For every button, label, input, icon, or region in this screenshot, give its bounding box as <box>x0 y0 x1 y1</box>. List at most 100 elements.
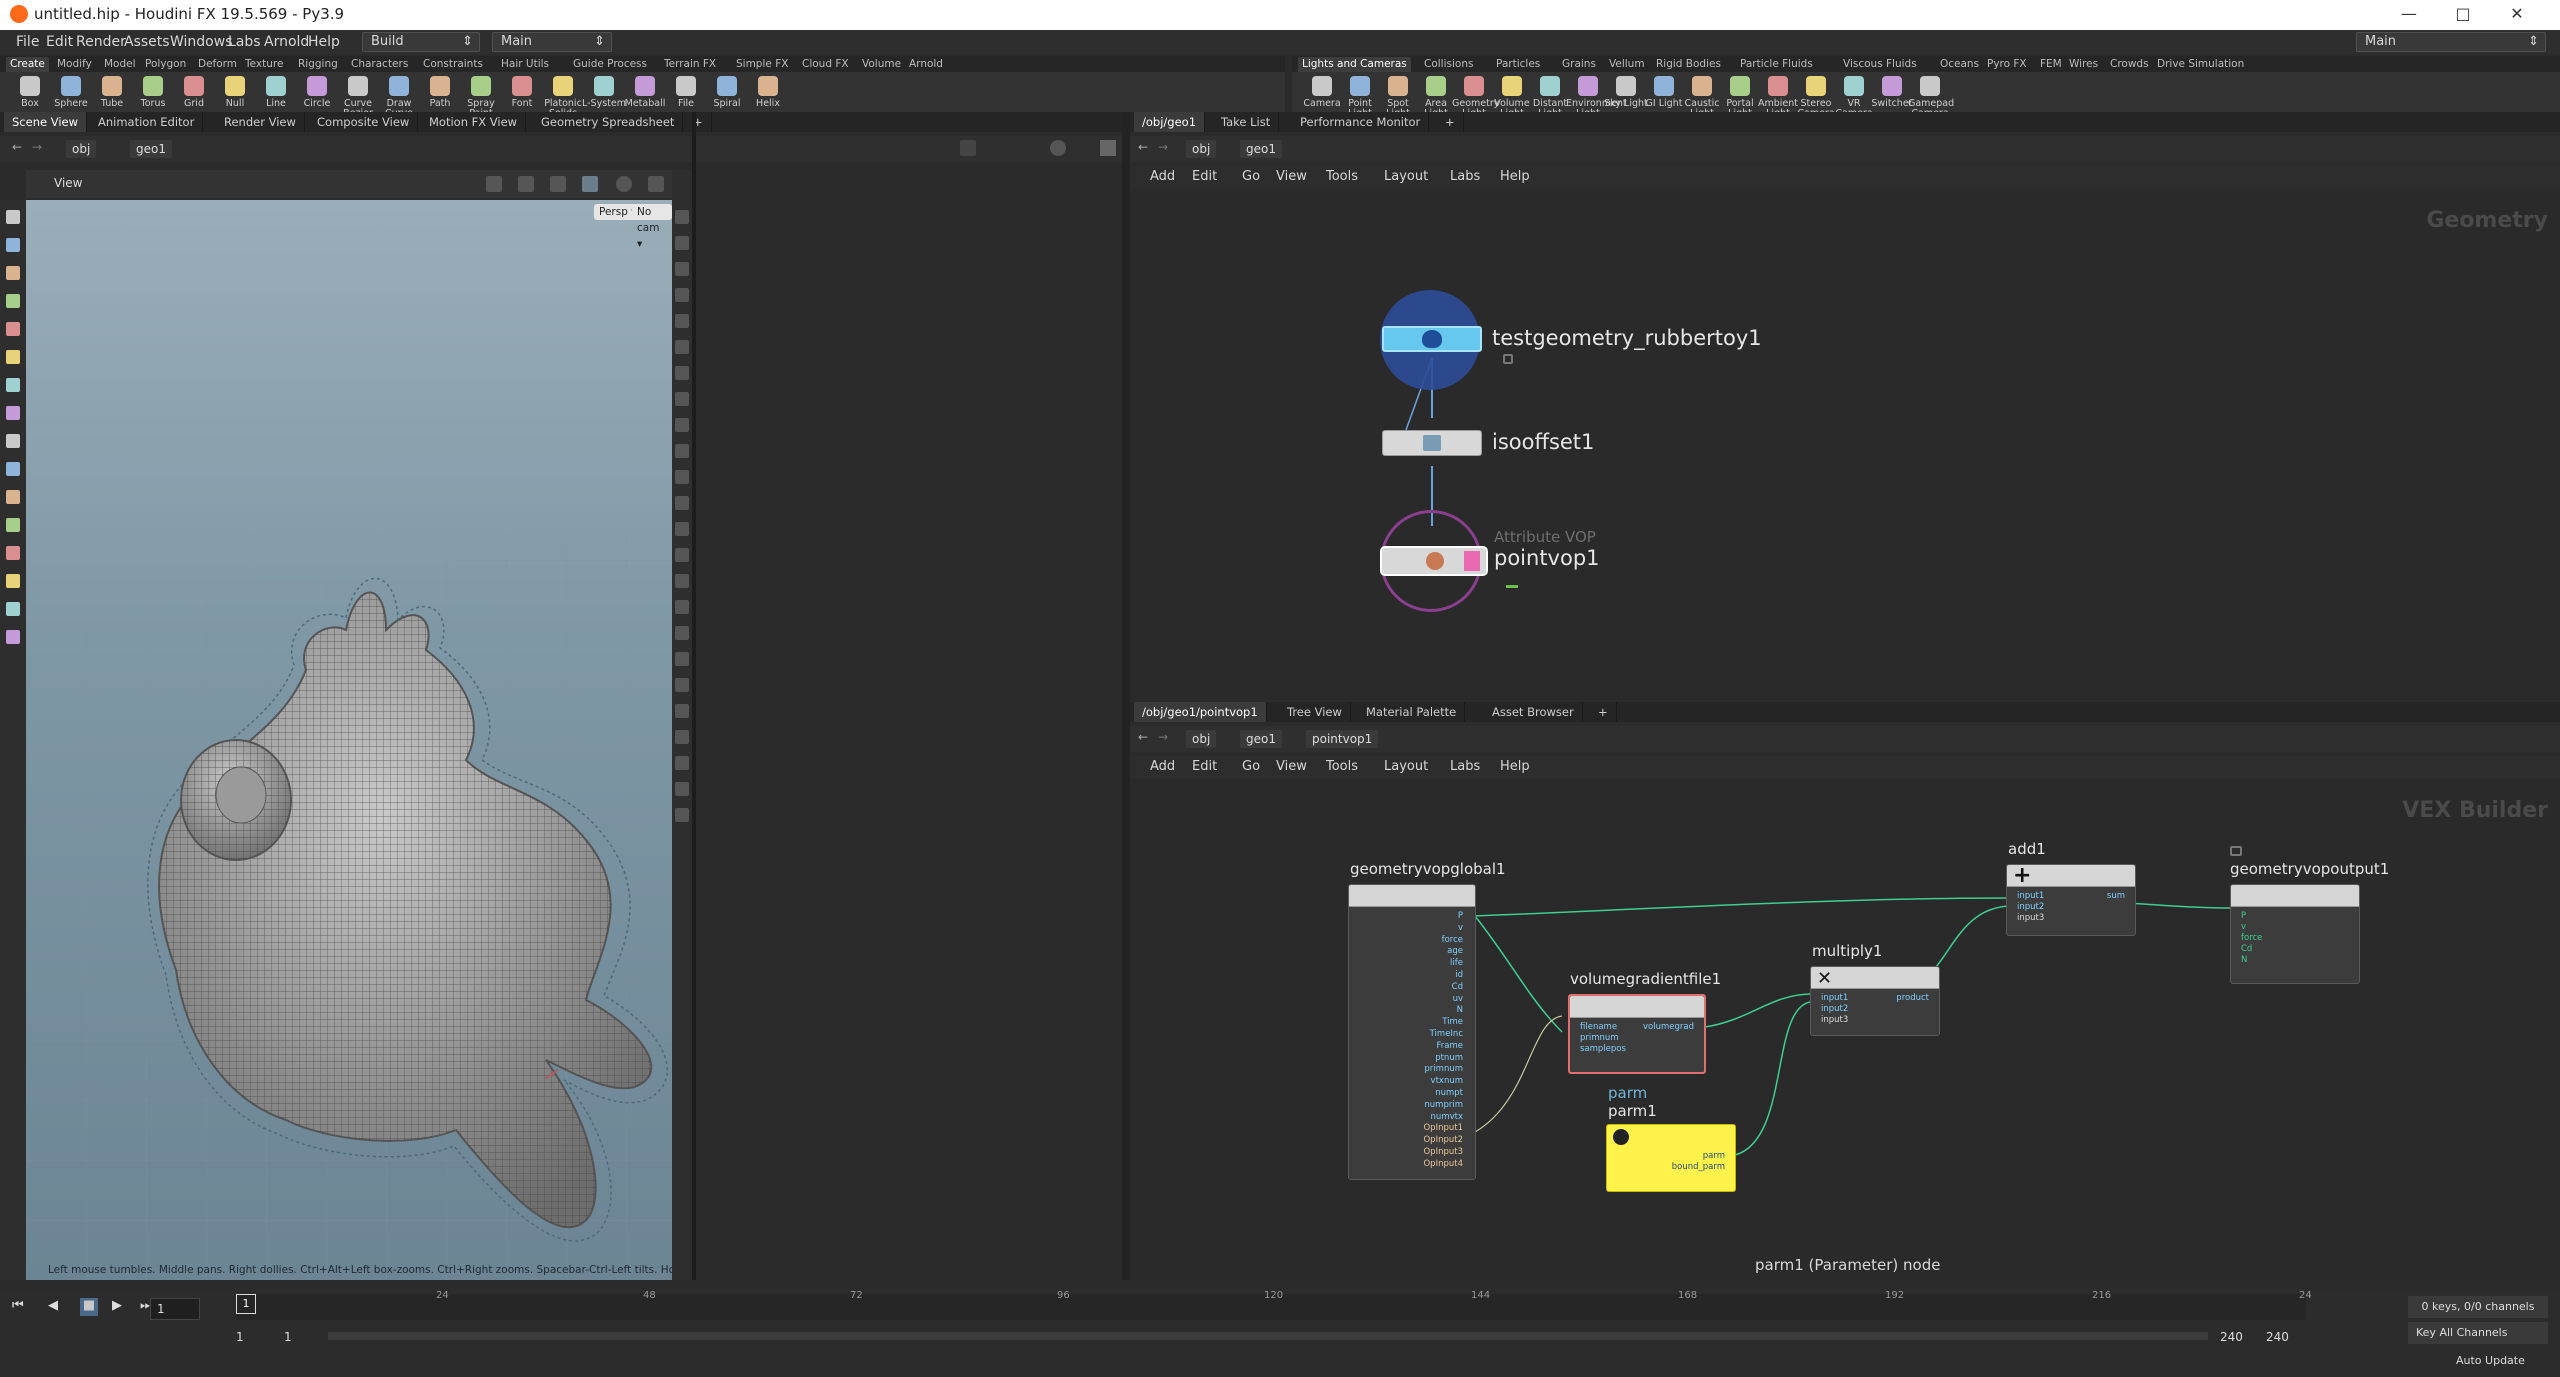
tool-icon-11[interactable] <box>6 490 20 504</box>
forward-arrow-icon[interactable]: → <box>1158 140 1168 154</box>
pane-splitter[interactable] <box>692 112 696 1280</box>
tool-icon-15[interactable] <box>6 602 20 616</box>
shelf-tool-circle[interactable]: Circle <box>295 74 339 109</box>
tool-icon-13[interactable] <box>6 546 20 560</box>
tool-icon-10[interactable] <box>6 462 20 476</box>
bypass-flag[interactable] <box>1464 551 1480 571</box>
shelf-tool-file[interactable]: File <box>664 74 708 109</box>
shelf-tool-l-system[interactable]: L-System <box>582 74 626 109</box>
shelf-tab-create[interactable]: Create <box>6 57 49 72</box>
view-options-icon[interactable] <box>1100 140 1116 156</box>
tool-icon-2[interactable] <box>6 238 20 252</box>
shelf-tool-grid[interactable]: Grid <box>172 74 216 109</box>
isooffset-node[interactable] <box>1382 430 1482 456</box>
stop-icon[interactable]: ■ <box>80 1298 98 1316</box>
add-tab-button[interactable]: + <box>1437 112 1464 132</box>
tool-icon-7[interactable] <box>6 378 20 392</box>
shelf-tab-pyro-fx[interactable]: Pyro FX <box>1983 57 2031 72</box>
shelf-tab-particles[interactable]: Particles <box>1492 57 1544 72</box>
port-filename[interactable]: filename <box>1580 1022 1617 1032</box>
net-menu-help[interactable]: Help <box>1500 759 1530 774</box>
port-input2[interactable]: input2 <box>1821 1004 1848 1014</box>
display-icon-7[interactable] <box>675 366 689 380</box>
display-icon-24[interactable] <box>675 808 689 822</box>
camera-dropdown[interactable]: No cam ▾ <box>632 204 672 250</box>
tool-icon-3[interactable] <box>6 266 20 280</box>
pane-tab-scene-view[interactable]: Scene View <box>4 112 88 132</box>
port-global-age[interactable]: age <box>1447 946 1463 956</box>
shelf-tab-texture[interactable]: Texture <box>241 57 287 72</box>
testgeometry-rubbertoy-node[interactable] <box>1382 326 1482 352</box>
pane-tab-motion-fx-view[interactable]: Motion FX View <box>421 112 527 132</box>
pane-tab-take-list[interactable]: Take List <box>1213 112 1280 132</box>
display-icon-22[interactable] <box>675 756 689 770</box>
parm-node[interactable]: parm bound_parm <box>1606 1124 1736 1192</box>
display-icon-19[interactable] <box>675 678 689 692</box>
port-out-Cd[interactable]: Cd <box>2241 944 2252 954</box>
path-geo1[interactable]: geo1 <box>1240 140 1282 158</box>
pane-tab-composite-view[interactable]: Composite View <box>309 112 419 132</box>
pane-tab-obj-geo1-pointvop1[interactable]: /obj/geo1/pointvop1 <box>1134 702 1267 722</box>
tool-icon-6[interactable] <box>6 350 20 364</box>
pointvop-node[interactable] <box>1380 546 1488 576</box>
add-node[interactable]: + input1 input2 input3 sum <box>2006 863 2136 936</box>
menu-assets[interactable]: Assets <box>124 34 170 50</box>
port-global-opinput4[interactable]: OpInput4 <box>1423 1159 1463 1169</box>
range-start[interactable]: 1 <box>236 1330 244 1344</box>
port-parm[interactable]: parm <box>1703 1151 1725 1161</box>
auto-update-dropdown[interactable]: Auto Update <box>2456 1354 2525 1367</box>
main-desk-dropdown[interactable]: Main ⇕ <box>2356 32 2546 52</box>
port-global-ptnum[interactable]: ptnum <box>1435 1053 1463 1063</box>
port-out-force[interactable]: force <box>2241 933 2262 943</box>
path-geo1[interactable]: geo1 <box>130 140 172 158</box>
wireframe-toggle-icon[interactable] <box>582 176 598 192</box>
port-global-p[interactable]: P <box>1458 911 1463 921</box>
port-input3[interactable]: input3 <box>1821 1015 1848 1025</box>
geometryvopoutput-node[interactable]: P v force Cd N <box>2230 884 2360 984</box>
shelf-tool-path[interactable]: Path <box>418 74 462 109</box>
jump-start-icon[interactable]: ⏮ <box>12 1298 24 1313</box>
tool-icon-8[interactable] <box>6 406 20 420</box>
shelf-tab-oceans[interactable]: Oceans <box>1936 57 1983 72</box>
shelf-tab-polygon[interactable]: Polygon <box>141 57 190 72</box>
camera-options-icon[interactable] <box>518 176 534 192</box>
shelf-tab-characters[interactable]: Characters <box>347 57 412 72</box>
shelf-tab-guide-process[interactable]: Guide Process <box>569 57 651 72</box>
display-options-icon[interactable] <box>486 176 502 192</box>
port-bound-parm[interactable]: bound_parm <box>1672 1162 1725 1172</box>
playhead[interactable]: 1 <box>236 1294 256 1314</box>
shelf-tab-arnold[interactable]: Arnold <box>905 57 947 72</box>
key-all-channels-dropdown[interactable]: Key All Channels <box>2408 1322 2548 1344</box>
play-icon[interactable]: ▶ <box>112 1298 122 1313</box>
minimize-button[interactable]: — <box>2386 0 2432 30</box>
shelf-tab-cloud-fx[interactable]: Cloud FX <box>798 57 853 72</box>
net-menu-view[interactable]: View <box>1276 169 1307 184</box>
shelf-tool-sphere[interactable]: Sphere <box>49 74 93 109</box>
path-geo1[interactable]: geo1 <box>1240 730 1282 748</box>
port-global-numvtx[interactable]: numvtx <box>1431 1112 1463 1122</box>
net-menu-edit[interactable]: Edit <box>1192 169 1217 184</box>
shelf-tab-grains[interactable]: Grains <box>1558 57 1600 72</box>
net-menu-layout[interactable]: Layout <box>1384 759 1428 774</box>
menu-windows[interactable]: Windows <box>170 34 233 50</box>
forward-arrow-icon[interactable]: → <box>1158 730 1168 744</box>
port-out-N[interactable]: N <box>2241 955 2247 965</box>
port-input2[interactable]: input2 <box>2017 902 2044 912</box>
display-icon-13[interactable] <box>675 522 689 536</box>
display-icon-14[interactable] <box>675 548 689 562</box>
ghost-icon[interactable] <box>616 176 632 192</box>
pane-tab-material-palette[interactable]: Material Palette <box>1358 702 1466 722</box>
port-input3[interactable]: input3 <box>2017 913 2044 923</box>
port-sum[interactable]: sum <box>2107 891 2125 901</box>
port-input1[interactable]: input1 <box>2017 891 2044 901</box>
shelf-tab-terrain-fx[interactable]: Terrain FX <box>660 57 720 72</box>
display-icon-17[interactable] <box>675 626 689 640</box>
range-end[interactable]: 240 <box>2220 1330 2243 1344</box>
display-icon-23[interactable] <box>675 782 689 796</box>
tool-icon-9[interactable] <box>6 434 20 448</box>
shelf-tool-helix[interactable]: Helix <box>746 74 790 109</box>
pane-tab-asset-browser[interactable]: Asset Browser <box>1484 702 1583 722</box>
path-obj[interactable]: obj <box>1186 730 1217 748</box>
add-tab-button[interactable]: + <box>685 112 712 132</box>
pane-tab-tree-view[interactable]: Tree View <box>1279 702 1351 722</box>
